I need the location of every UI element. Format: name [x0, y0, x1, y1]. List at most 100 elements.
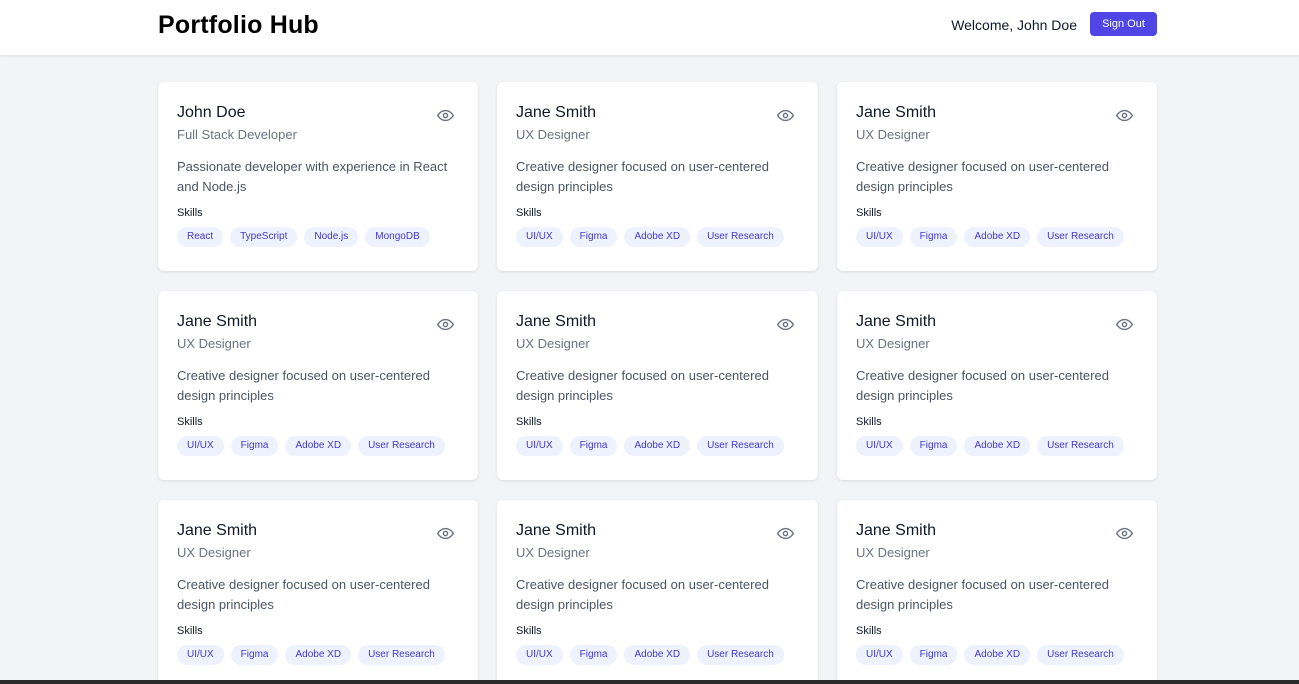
profile-name: Jane Smith	[856, 104, 937, 121]
portfolio-card: Jane Smith UX Designer Creative designer…	[158, 291, 478, 480]
portfolio-card: Jane Smith UX Designer Creative designer…	[837, 291, 1157, 480]
view-profile-button[interactable]	[776, 524, 794, 542]
skills-label: Skills	[177, 625, 203, 637]
profile-name: Jane Smith	[177, 313, 258, 330]
skill-tag: UI/UX	[856, 436, 903, 456]
skill-tag: Figma	[909, 227, 958, 247]
sign-out-button[interactable]: Sign Out	[1090, 12, 1157, 36]
skill-tag: Figma	[230, 645, 279, 665]
skill-tag: Adobe XD	[964, 436, 1031, 456]
skill-tag: Adobe XD	[624, 645, 691, 665]
profile-name: John Doe	[177, 104, 246, 121]
profile-bio: Creative designer focused on user-center…	[856, 368, 1109, 403]
skills-list: UI/UX Figma Adobe XD User Research	[177, 436, 459, 456]
eye-icon	[1115, 107, 1133, 124]
skill-tag: UI/UX	[856, 645, 903, 665]
skills-list: React TypeScript Node.js MongoDB	[177, 227, 459, 247]
skill-tag: User Research	[697, 436, 784, 456]
skills-list: UI/UX Figma Adobe XD User Research	[516, 227, 799, 247]
portfolio-card: Jane Smith UX Designer Creative designer…	[497, 500, 818, 684]
skill-tag: MongoDB	[365, 227, 430, 247]
profile-bio: Creative designer focused on user-center…	[177, 577, 430, 612]
skill-tag: React	[177, 227, 224, 247]
bottom-scrollbar-strip	[0, 680, 1299, 684]
profile-bio: Creative designer focused on user-center…	[516, 577, 769, 612]
skills-list: UI/UX Figma Adobe XD User Research	[516, 436, 799, 456]
eye-icon	[1115, 525, 1133, 542]
profile-title: UX Designer	[177, 336, 251, 351]
profile-title: UX Designer	[516, 336, 590, 351]
view-profile-button[interactable]	[436, 106, 454, 124]
view-profile-button[interactable]	[1115, 315, 1133, 333]
profile-title: UX Designer	[516, 127, 590, 142]
skill-tag: User Research	[697, 227, 784, 247]
skill-tag: UI/UX	[177, 645, 224, 665]
eye-icon	[436, 107, 454, 124]
skill-tag: User Research	[1037, 227, 1124, 247]
skills-label: Skills	[177, 207, 203, 219]
skills-list: UI/UX Figma Adobe XD User Research	[856, 645, 1138, 665]
portfolio-card: John Doe Full Stack Developer Passionate…	[158, 82, 478, 271]
profile-name: Jane Smith	[516, 313, 597, 330]
skills-list: UI/UX Figma Adobe XD User Research	[856, 227, 1138, 247]
skills-label: Skills	[516, 207, 542, 219]
profile-name: Jane Smith	[516, 522, 597, 539]
welcome-text: Welcome, John Doe	[951, 17, 1077, 33]
skill-tag: Adobe XD	[624, 436, 691, 456]
skill-tag: TypeScript	[230, 227, 298, 247]
portfolio-grid: John Doe Full Stack Developer Passionate…	[158, 82, 1157, 684]
skills-label: Skills	[856, 207, 882, 219]
profile-title: Full Stack Developer	[177, 127, 297, 142]
profile-name: Jane Smith	[177, 522, 258, 539]
skill-tag: UI/UX	[177, 436, 224, 456]
skill-tag: Adobe XD	[285, 645, 352, 665]
skill-tag: User Research	[358, 645, 445, 665]
eye-icon	[776, 316, 794, 333]
view-profile-button[interactable]	[1115, 524, 1133, 542]
profile-bio: Creative designer focused on user-center…	[856, 577, 1109, 612]
eye-icon	[776, 107, 794, 124]
view-profile-button[interactable]	[1115, 106, 1133, 124]
skill-tag: UI/UX	[856, 227, 903, 247]
skill-tag: User Research	[1037, 436, 1124, 456]
portfolio-card: Jane Smith UX Designer Creative designer…	[497, 291, 818, 480]
skills-list: UI/UX Figma Adobe XD User Research	[177, 645, 459, 665]
profile-title: UX Designer	[177, 545, 251, 560]
view-profile-button[interactable]	[436, 315, 454, 333]
profile-bio: Passionate developer with experience in …	[177, 159, 448, 194]
profile-title: UX Designer	[516, 545, 590, 560]
skill-tag: UI/UX	[516, 645, 563, 665]
view-profile-button[interactable]	[436, 524, 454, 542]
portfolio-card: Jane Smith UX Designer Creative designer…	[837, 82, 1157, 271]
portfolio-card: Jane Smith UX Designer Creative designer…	[497, 82, 818, 271]
skills-list: UI/UX Figma Adobe XD User Research	[856, 436, 1138, 456]
view-profile-button[interactable]	[776, 315, 794, 333]
profile-title: UX Designer	[856, 545, 930, 560]
skill-tag: UI/UX	[516, 227, 563, 247]
skill-tag: Figma	[909, 436, 958, 456]
eye-icon	[436, 316, 454, 333]
profile-bio: Creative designer focused on user-center…	[516, 159, 769, 194]
eye-icon	[436, 525, 454, 542]
skills-label: Skills	[856, 416, 882, 428]
brand-title: Portfolio Hub	[158, 11, 319, 39]
skill-tag: Adobe XD	[964, 645, 1031, 665]
skill-tag: User Research	[1037, 645, 1124, 665]
portfolio-card: Jane Smith UX Designer Creative designer…	[158, 500, 478, 684]
skills-label: Skills	[516, 416, 542, 428]
skills-label: Skills	[516, 625, 542, 637]
profile-title: UX Designer	[856, 127, 930, 142]
skill-tag: Figma	[569, 436, 618, 456]
skill-tag: User Research	[358, 436, 445, 456]
skill-tag: Figma	[909, 645, 958, 665]
profile-bio: Creative designer focused on user-center…	[516, 368, 769, 403]
skill-tag: User Research	[697, 645, 784, 665]
skill-tag: UI/UX	[516, 436, 563, 456]
view-profile-button[interactable]	[776, 106, 794, 124]
skill-tag: Adobe XD	[624, 227, 691, 247]
portfolio-card: Jane Smith UX Designer Creative designer…	[837, 500, 1157, 684]
skill-tag: Figma	[569, 645, 618, 665]
eye-icon	[776, 525, 794, 542]
skill-tag: Figma	[569, 227, 618, 247]
profile-name: Jane Smith	[856, 522, 937, 539]
